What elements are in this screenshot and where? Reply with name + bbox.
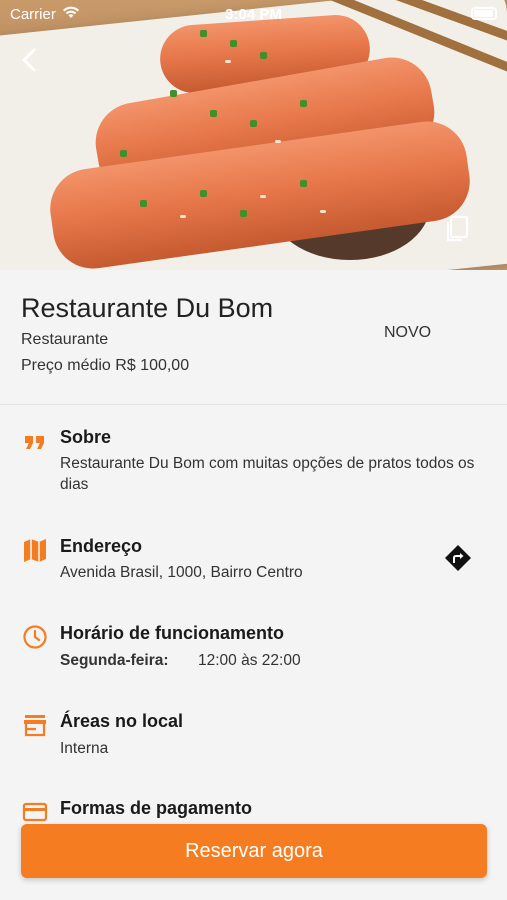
- garnish: [260, 52, 267, 59]
- reserve-button[interactable]: Reservar agora: [21, 824, 487, 878]
- credit-card-icon: [22, 802, 48, 822]
- garnish: [250, 120, 257, 127]
- garnish: [200, 30, 207, 37]
- sesame: [320, 210, 326, 213]
- back-chevron-icon: [22, 48, 36, 72]
- about-text: Restaurante Du Bom com muitas opções de …: [60, 455, 475, 493]
- restaurant-name: Restaurante Du Bom: [21, 293, 274, 323]
- average-price: Preço médio R$ 100,00: [21, 357, 190, 374]
- new-badge: NOVO: [384, 324, 432, 341]
- sesame: [180, 215, 186, 218]
- clock-time: 3:04 PM: [225, 6, 282, 23]
- gallery-button[interactable]: [444, 214, 470, 244]
- map-icon: [24, 539, 46, 562]
- address-title: Endereço: [60, 536, 143, 556]
- areas-title: Áreas no local: [60, 711, 184, 731]
- garnish: [300, 180, 307, 187]
- sesame: [275, 140, 281, 143]
- sesame: [260, 195, 266, 198]
- garnish: [230, 40, 237, 47]
- store-icon: [24, 715, 46, 737]
- garnish: [300, 100, 307, 107]
- restaurant-photo: [0, 0, 507, 270]
- garnish: [170, 90, 177, 97]
- address-text: Avenida Brasil, 1000, Bairro Centro: [60, 564, 303, 581]
- garnish: [120, 150, 127, 157]
- sesame: [225, 60, 231, 63]
- about-title: Sobre: [60, 427, 112, 447]
- hours-day: Segunda-feira:: [60, 652, 169, 669]
- back-button[interactable]: [16, 44, 44, 76]
- clock-icon: [23, 625, 47, 649]
- hours-time: 12:00 às 22:00: [198, 652, 301, 669]
- restaurant-summary: Restaurante Du Bom Restaurante Preço méd…: [0, 270, 507, 405]
- battery-icon: [471, 7, 497, 20]
- garnish: [140, 200, 147, 207]
- hours-title: Horário de funcionamento: [60, 623, 285, 643]
- status-bar: Carrier 3:04 PM: [0, 0, 507, 28]
- garnish: [200, 190, 207, 197]
- directions-icon[interactable]: [444, 544, 472, 572]
- areas-text: Interna: [60, 740, 109, 757]
- restaurant-category: Restaurante: [21, 331, 109, 348]
- quote-icon: [25, 436, 44, 449]
- payment-title: Formas de pagamento: [60, 798, 253, 818]
- garnish: [210, 110, 217, 117]
- gallery-icon: [446, 215, 469, 242]
- garnish: [240, 210, 247, 217]
